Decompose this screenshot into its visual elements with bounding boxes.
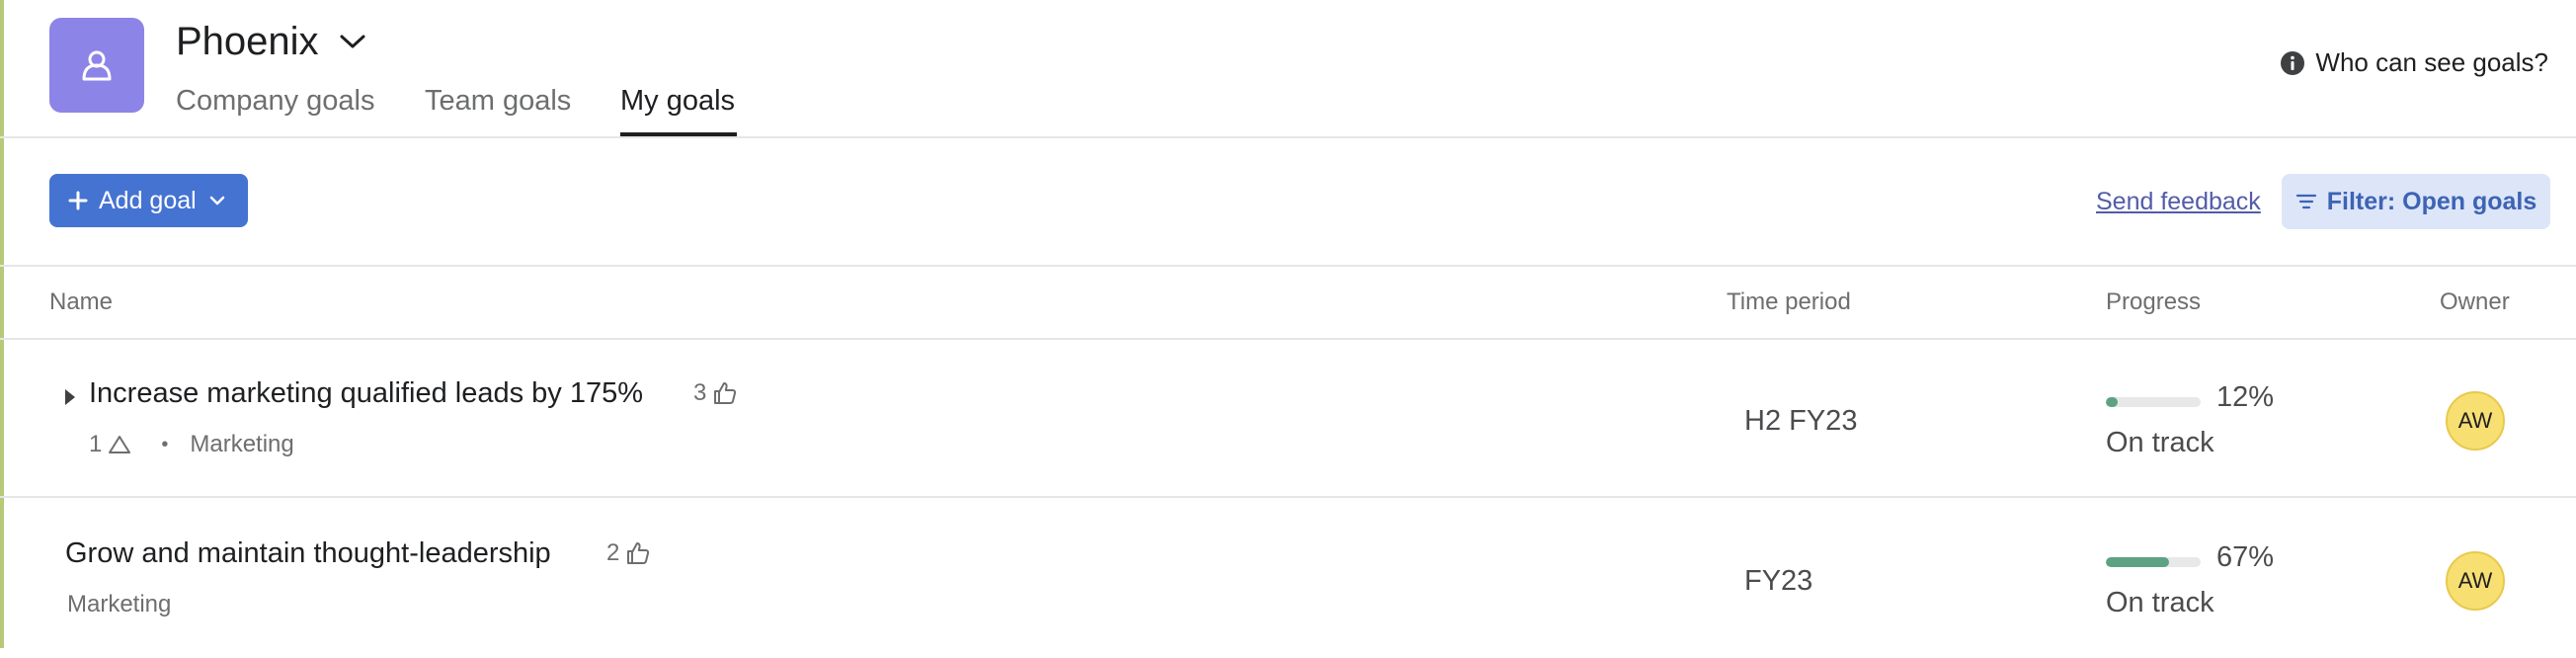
column-header-name: Name — [49, 288, 114, 315]
tab-team-goals[interactable]: Team goals — [425, 83, 571, 119]
thumbs-up-icon — [627, 542, 650, 564]
goal-team: Marketing — [67, 591, 172, 617]
tab-company-goals[interactable]: Company goals — [176, 83, 375, 119]
likes-count: 2 — [606, 539, 620, 566]
filter-button[interactable]: Filter: Open goals — [2282, 174, 2550, 229]
filter-label: Filter: Open goals — [2326, 187, 2537, 215]
toolbar: Add goal Send feedback Filter: Open goal… — [0, 138, 2576, 267]
likes-button[interactable]: 3 — [693, 379, 738, 407]
progress-percent: 67% — [2216, 541, 2275, 573]
status-label: On track — [2106, 587, 2214, 618]
subgoal-triangle-icon — [109, 436, 131, 453]
progress-fill — [2106, 397, 2118, 407]
chevron-down-icon — [209, 196, 224, 206]
caret-right-icon[interactable] — [63, 387, 77, 407]
subgoal-count: 1 — [89, 431, 103, 457]
progress-bar — [2106, 557, 2201, 567]
plus-icon — [68, 191, 88, 210]
likes-count: 3 — [693, 379, 707, 406]
filter-icon — [2295, 194, 2316, 209]
time-period: FY23 — [1744, 565, 1813, 597]
status-label: On track — [2106, 427, 2214, 458]
goal-team: Marketing — [190, 431, 294, 457]
project-person-icon — [82, 50, 112, 81]
active-tab-indicator — [620, 132, 737, 136]
likes-button[interactable]: 2 — [606, 539, 651, 567]
goal-name[interactable]: Increase marketing qualified leads by 17… — [89, 377, 643, 410]
separator-dot: • — [161, 433, 169, 455]
project-title[interactable]: Phoenix — [176, 16, 319, 67]
who-can-see-goals-link[interactable]: Who can see goals? — [2280, 47, 2548, 78]
who-can-see-goals-label: Who can see goals? — [2315, 47, 2548, 77]
progress-percent: 12% — [2216, 381, 2275, 413]
send-feedback-link[interactable]: Send feedback — [2096, 188, 2261, 216]
progress-fill — [2106, 557, 2170, 567]
tab-my-goals[interactable]: My goals — [620, 83, 735, 119]
column-header-time-period: Time period — [1727, 288, 1851, 315]
goal-meta: 1 • Marketing — [89, 431, 294, 458]
column-header-owner: Owner — [2440, 288, 2510, 315]
avatar[interactable]: AW — [2446, 391, 2505, 451]
avatar[interactable]: AW — [2446, 551, 2505, 611]
table-row[interactable]: Increase marketing qualified leads by 17… — [0, 340, 2576, 498]
time-period: H2 FY23 — [1744, 405, 1858, 437]
add-goal-label: Add goal — [99, 186, 197, 214]
thumbs-up-icon — [714, 382, 737, 404]
info-icon — [2281, 50, 2305, 75]
goal-meta: Marketing — [67, 591, 171, 618]
goal-name[interactable]: Grow and maintain thought-leadership — [65, 537, 551, 570]
page-header: Phoenix Company goals Team goals My goal… — [0, 0, 2576, 138]
chevron-down-icon[interactable] — [336, 28, 369, 55]
project-icon[interactable] — [49, 18, 144, 113]
column-header-progress: Progress — [2106, 288, 2202, 315]
progress-bar — [2106, 397, 2201, 407]
table-row[interactable]: Grow and maintain thought-leadership 2 M… — [0, 500, 2576, 658]
row-divider — [0, 496, 2576, 498]
add-goal-button[interactable]: Add goal — [49, 174, 248, 227]
